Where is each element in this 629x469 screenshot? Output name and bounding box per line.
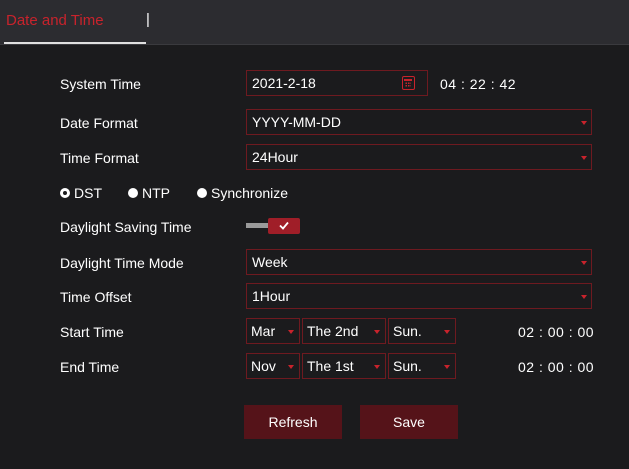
start-week-value: The 2nd	[307, 323, 359, 339]
chevron-down-icon	[374, 330, 380, 334]
checkmark-icon	[279, 221, 289, 230]
chevron-down-icon	[288, 330, 294, 334]
radio-selected-icon	[60, 188, 70, 198]
radio-ntp-label: NTP	[142, 185, 170, 201]
end-month-select[interactable]: Nov	[246, 353, 300, 379]
time-format-label: Time Format	[60, 150, 139, 166]
dst-mode-label: Daylight Time Mode	[60, 255, 184, 271]
start-time-row: Start Time Mar The 2nd Sun. 02 : 00 : 00	[4, 318, 625, 346]
calendar-icon[interactable]	[402, 76, 415, 90]
dst-mode-select[interactable]: Week	[246, 249, 592, 275]
refresh-button[interactable]: Refresh	[244, 405, 342, 439]
system-time-value: 04 : 22 : 42	[440, 76, 517, 92]
dst-mode-row: Daylight Time Mode Week	[4, 249, 625, 277]
dst-mode-value: Week	[252, 254, 288, 270]
header-bar: Date and Time |	[0, 0, 629, 45]
radio-dst-label: DST	[74, 185, 102, 201]
end-month-value: Nov	[251, 358, 276, 374]
date-format-value: YYYY-MM-DD	[252, 114, 341, 130]
end-week-value: The 1st	[307, 358, 354, 374]
system-date-value: 2021-2-18	[252, 75, 316, 91]
chevron-down-icon	[444, 365, 450, 369]
end-time-label: End Time	[60, 359, 120, 375]
dst-toggle-row: Daylight Saving Time	[4, 213, 625, 241]
tab-separator: |	[146, 11, 150, 28]
end-day-value: Sun.	[393, 358, 422, 374]
start-day-select[interactable]: Sun.	[388, 318, 456, 344]
dst-toggle-label: Daylight Saving Time	[60, 219, 192, 235]
radio-unselected-icon	[197, 188, 207, 198]
start-week-select[interactable]: The 2nd	[302, 318, 386, 344]
chevron-down-icon	[374, 365, 380, 369]
time-offset-row: Time Offset 1Hour	[4, 283, 625, 311]
time-offset-select[interactable]: 1Hour	[246, 283, 592, 309]
radio-dst[interactable]: DST	[60, 185, 102, 201]
active-tab-underline	[4, 42, 146, 44]
start-day-value: Sun.	[393, 323, 422, 339]
chevron-down-icon	[581, 121, 587, 125]
start-time-value[interactable]: 02 : 00 : 00	[518, 324, 594, 340]
date-format-select[interactable]: YYYY-MM-DD	[246, 109, 592, 135]
end-day-select[interactable]: Sun.	[388, 353, 456, 379]
time-format-row: Time Format 24Hour	[4, 144, 625, 172]
time-offset-value: 1Hour	[252, 288, 291, 304]
chevron-down-icon	[444, 330, 450, 334]
save-button[interactable]: Save	[360, 405, 458, 439]
tab-date-and-time[interactable]: Date and Time	[6, 12, 104, 29]
start-month-value: Mar	[251, 323, 276, 339]
time-offset-label: Time Offset	[60, 289, 132, 305]
toggle-knob	[268, 218, 300, 234]
radio-synchronize-label: Synchronize	[211, 185, 289, 201]
settings-panel: System Time 2021-2-18 04 : 22 : 42 Date …	[4, 45, 625, 465]
chevron-down-icon	[581, 261, 587, 265]
dst-toggle-switch[interactable]	[246, 218, 302, 234]
end-time-row: End Time Nov The 1st Sun. 02 : 00 : 00	[4, 353, 625, 381]
radio-ntp[interactable]: NTP	[128, 185, 170, 201]
time-format-value: 24Hour	[252, 149, 298, 165]
time-format-select[interactable]: 24Hour	[246, 144, 592, 170]
system-time-label: System Time	[60, 76, 141, 92]
system-time-row: System Time 2021-2-18 04 : 22 : 42	[4, 70, 625, 98]
end-week-select[interactable]: The 1st	[302, 353, 386, 379]
end-time-value[interactable]: 02 : 00 : 00	[518, 359, 594, 375]
chevron-down-icon	[581, 156, 587, 160]
start-month-select[interactable]: Mar	[246, 318, 300, 344]
chevron-down-icon	[288, 365, 294, 369]
chevron-down-icon	[581, 295, 587, 299]
system-date-input[interactable]: 2021-2-18	[246, 70, 428, 96]
radio-synchronize[interactable]: Synchronize	[197, 185, 288, 201]
date-format-row: Date Format YYYY-MM-DD	[4, 109, 625, 137]
radio-unselected-icon	[128, 188, 138, 198]
start-time-label: Start Time	[60, 324, 124, 340]
date-format-label: Date Format	[60, 115, 138, 131]
